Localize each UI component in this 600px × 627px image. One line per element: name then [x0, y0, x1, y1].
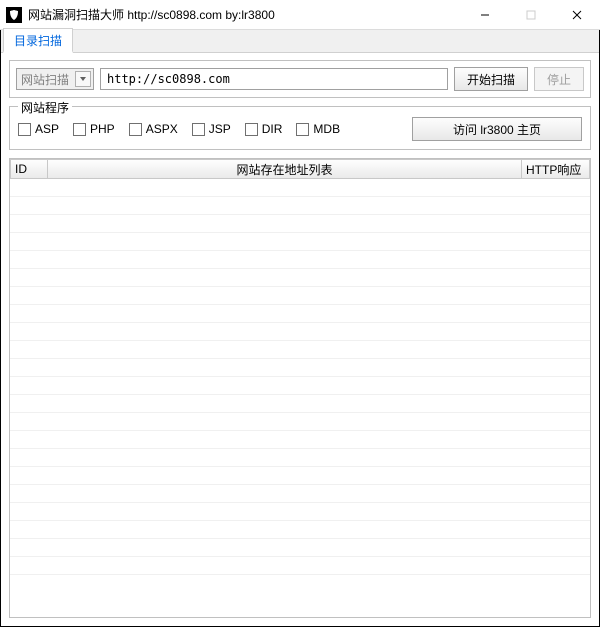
- check-asp[interactable]: ASP: [18, 122, 59, 136]
- tabstrip: 目录扫描: [1, 30, 599, 52]
- stop-scan-button[interactable]: 停止: [534, 67, 584, 91]
- app-icon: [6, 7, 22, 23]
- client-area: 目录扫描 网站扫描 开始扫描 停止 网站程序 ASP: [0, 30, 600, 627]
- check-aspx[interactable]: ASPX: [129, 122, 178, 136]
- check-jsp[interactable]: JSP: [192, 122, 231, 136]
- list-row: [10, 269, 590, 287]
- checkbox-icon: [129, 123, 142, 136]
- list-row: [10, 287, 590, 305]
- tab-directory-scan[interactable]: 目录扫描: [3, 28, 73, 53]
- list-row: [10, 251, 590, 269]
- scan-type-combo[interactable]: 网站扫描: [16, 68, 94, 90]
- list-row: [10, 305, 590, 323]
- list-row: [10, 395, 590, 413]
- maximize-button[interactable]: [508, 0, 554, 29]
- check-dir[interactable]: DIR: [245, 122, 283, 136]
- list-row: [10, 215, 590, 233]
- window-controls: [462, 0, 600, 29]
- fieldset-legend: 网站程序: [18, 99, 72, 116]
- list-row: [10, 467, 590, 485]
- check-label: JSP: [209, 122, 231, 136]
- chevron-down-icon: [75, 71, 91, 87]
- column-id[interactable]: ID: [10, 159, 48, 179]
- checkbox-icon: [245, 123, 258, 136]
- url-input[interactable]: [100, 68, 448, 90]
- list-row: [10, 377, 590, 395]
- list-body[interactable]: [10, 179, 590, 617]
- list-row: [10, 485, 590, 503]
- list-row: [10, 197, 590, 215]
- titlebar: 网站漏洞扫描大师 http://sc0898.com by:lr3800: [0, 0, 600, 30]
- scan-type-value: 网站扫描: [21, 71, 69, 88]
- check-label: ASPX: [146, 122, 178, 136]
- list-row: [10, 341, 590, 359]
- list-row: [10, 233, 590, 251]
- start-scan-button[interactable]: 开始扫描: [454, 67, 528, 91]
- list-row: [10, 431, 590, 449]
- list-row: [10, 323, 590, 341]
- results-list: ID 网站存在地址列表 HTTP响应: [9, 158, 591, 618]
- check-label: ASP: [35, 122, 59, 136]
- check-php[interactable]: PHP: [73, 122, 115, 136]
- scan-controls: 网站扫描 开始扫描 停止: [9, 60, 591, 98]
- panel: 网站扫描 开始扫描 停止 网站程序 ASP PHP: [1, 52, 599, 626]
- list-row: [10, 179, 590, 197]
- checkbox-icon: [73, 123, 86, 136]
- checkbox-icon: [18, 123, 31, 136]
- list-row: [10, 503, 590, 521]
- visit-homepage-button[interactable]: 访问 lr3800 主页: [412, 117, 582, 141]
- close-button[interactable]: [554, 0, 600, 29]
- list-row: [10, 359, 590, 377]
- check-label: DIR: [262, 122, 283, 136]
- window-title: 网站漏洞扫描大师 http://sc0898.com by:lr3800: [28, 6, 462, 23]
- list-row: [10, 557, 590, 575]
- column-address[interactable]: 网站存在地址列表: [48, 159, 522, 179]
- checkbox-icon: [192, 123, 205, 136]
- list-row: [10, 539, 590, 557]
- list-row: [10, 521, 590, 539]
- check-label: PHP: [90, 122, 115, 136]
- checkbox-row: ASP PHP ASPX JSP DIR: [18, 117, 582, 141]
- check-mdb[interactable]: MDB: [296, 122, 340, 136]
- minimize-button[interactable]: [462, 0, 508, 29]
- column-http[interactable]: HTTP响应: [522, 159, 590, 179]
- list-header: ID 网站存在地址列表 HTTP响应: [10, 159, 590, 179]
- check-label: MDB: [313, 122, 340, 136]
- checkbox-icon: [296, 123, 309, 136]
- list-row: [10, 449, 590, 467]
- list-row: [10, 413, 590, 431]
- site-program-fieldset: 网站程序 ASP PHP ASPX JSP: [9, 106, 591, 150]
